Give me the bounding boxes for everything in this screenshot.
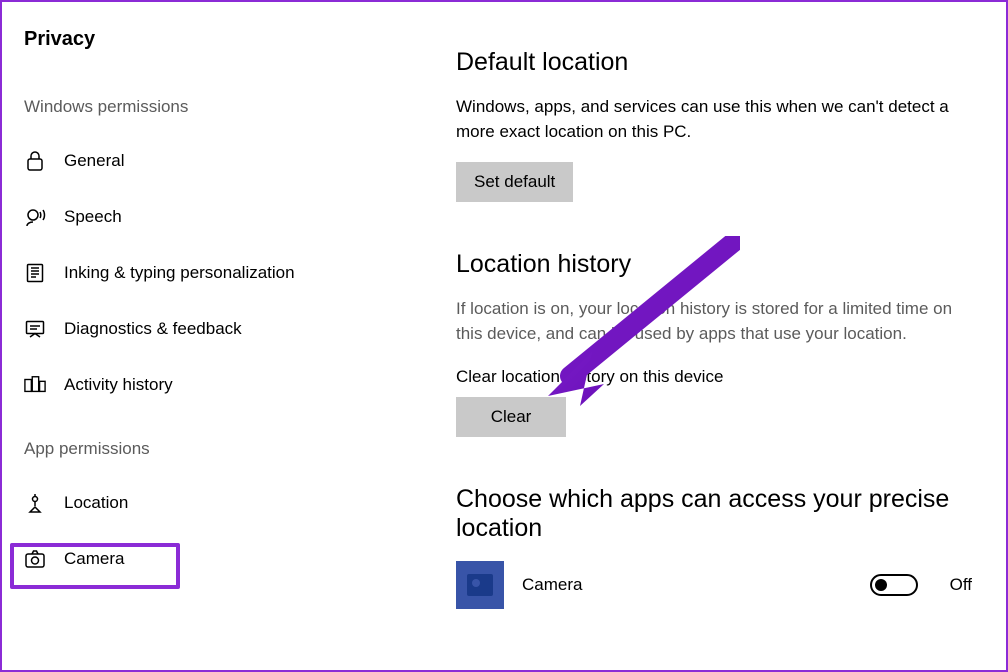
sidebar-item-diagnostics[interactable]: Diagnostics & feedback bbox=[2, 301, 422, 357]
camera-toggle[interactable] bbox=[870, 574, 918, 596]
section-header-windows-permissions: Windows permissions bbox=[2, 71, 422, 133]
sidebar-item-label: Camera bbox=[64, 549, 124, 569]
speech-icon bbox=[24, 206, 46, 228]
sidebar-item-label: Inking & typing personalization bbox=[64, 263, 295, 283]
app-row-camera: Camera Off bbox=[456, 561, 972, 609]
page-title: Privacy bbox=[2, 14, 422, 71]
app-tile-camera-icon bbox=[456, 561, 504, 609]
heading-choose-apps: Choose which apps can access your precis… bbox=[456, 485, 972, 543]
clear-button[interactable]: Clear bbox=[456, 397, 566, 437]
app-label: Camera bbox=[522, 575, 852, 595]
sidebar-item-label: Location bbox=[64, 493, 128, 513]
sidebar-item-camera[interactable]: Camera bbox=[2, 531, 422, 587]
sidebar-item-label: Speech bbox=[64, 207, 122, 227]
sidebar-item-speech[interactable]: Speech bbox=[2, 189, 422, 245]
sidebar-item-general[interactable]: General bbox=[2, 133, 422, 189]
camera-toggle-state: Off bbox=[950, 575, 972, 595]
activity-icon bbox=[24, 374, 46, 396]
heading-default-location: Default location bbox=[456, 48, 972, 77]
feedback-icon bbox=[24, 318, 46, 340]
section-header-app-permissions: App permissions bbox=[2, 413, 422, 475]
toggle-knob bbox=[875, 579, 887, 591]
location-history-description: If location is on, your location history… bbox=[456, 297, 972, 346]
content-pane: Default location Windows, apps, and serv… bbox=[422, 2, 1006, 670]
inking-icon bbox=[24, 262, 46, 284]
sidebar-item-location[interactable]: Location bbox=[2, 475, 422, 531]
sidebar-item-activity[interactable]: Activity history bbox=[2, 357, 422, 413]
sidebar-item-label: Activity history bbox=[64, 375, 173, 395]
sidebar-item-inking[interactable]: Inking & typing personalization bbox=[2, 245, 422, 301]
sidebar: Privacy Windows permissions General Spee… bbox=[2, 2, 422, 670]
heading-location-history: Location history bbox=[456, 250, 972, 279]
location-icon bbox=[24, 492, 46, 514]
lock-icon bbox=[24, 150, 46, 172]
sidebar-item-label: Diagnostics & feedback bbox=[64, 319, 242, 339]
default-location-description: Windows, apps, and services can use this… bbox=[456, 95, 972, 144]
clear-history-label: Clear location history on this device bbox=[456, 367, 972, 387]
set-default-button[interactable]: Set default bbox=[456, 162, 573, 202]
sidebar-item-label: General bbox=[64, 151, 124, 171]
camera-icon bbox=[24, 548, 46, 570]
